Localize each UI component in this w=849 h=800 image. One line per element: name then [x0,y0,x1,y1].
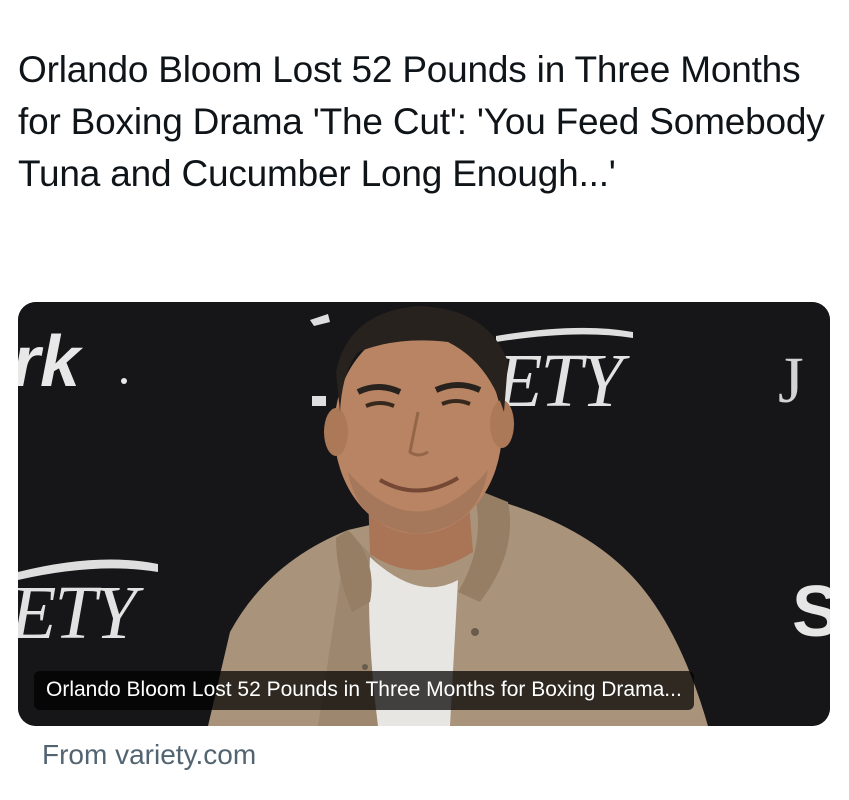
tweet-text: Orlando Bloom Lost 52 Pounds in Three Mo… [18,49,825,194]
link-card[interactable]: rk ETY J ETY S Orlando Bloom Lost 52 Pou… [18,302,830,726]
article-image[interactable]: rk ETY J ETY S [18,302,830,726]
card-caption: Orlando Bloom Lost 52 Pounds in Three Mo… [34,671,694,710]
source-link[interactable]: From variety.com [42,736,256,774]
